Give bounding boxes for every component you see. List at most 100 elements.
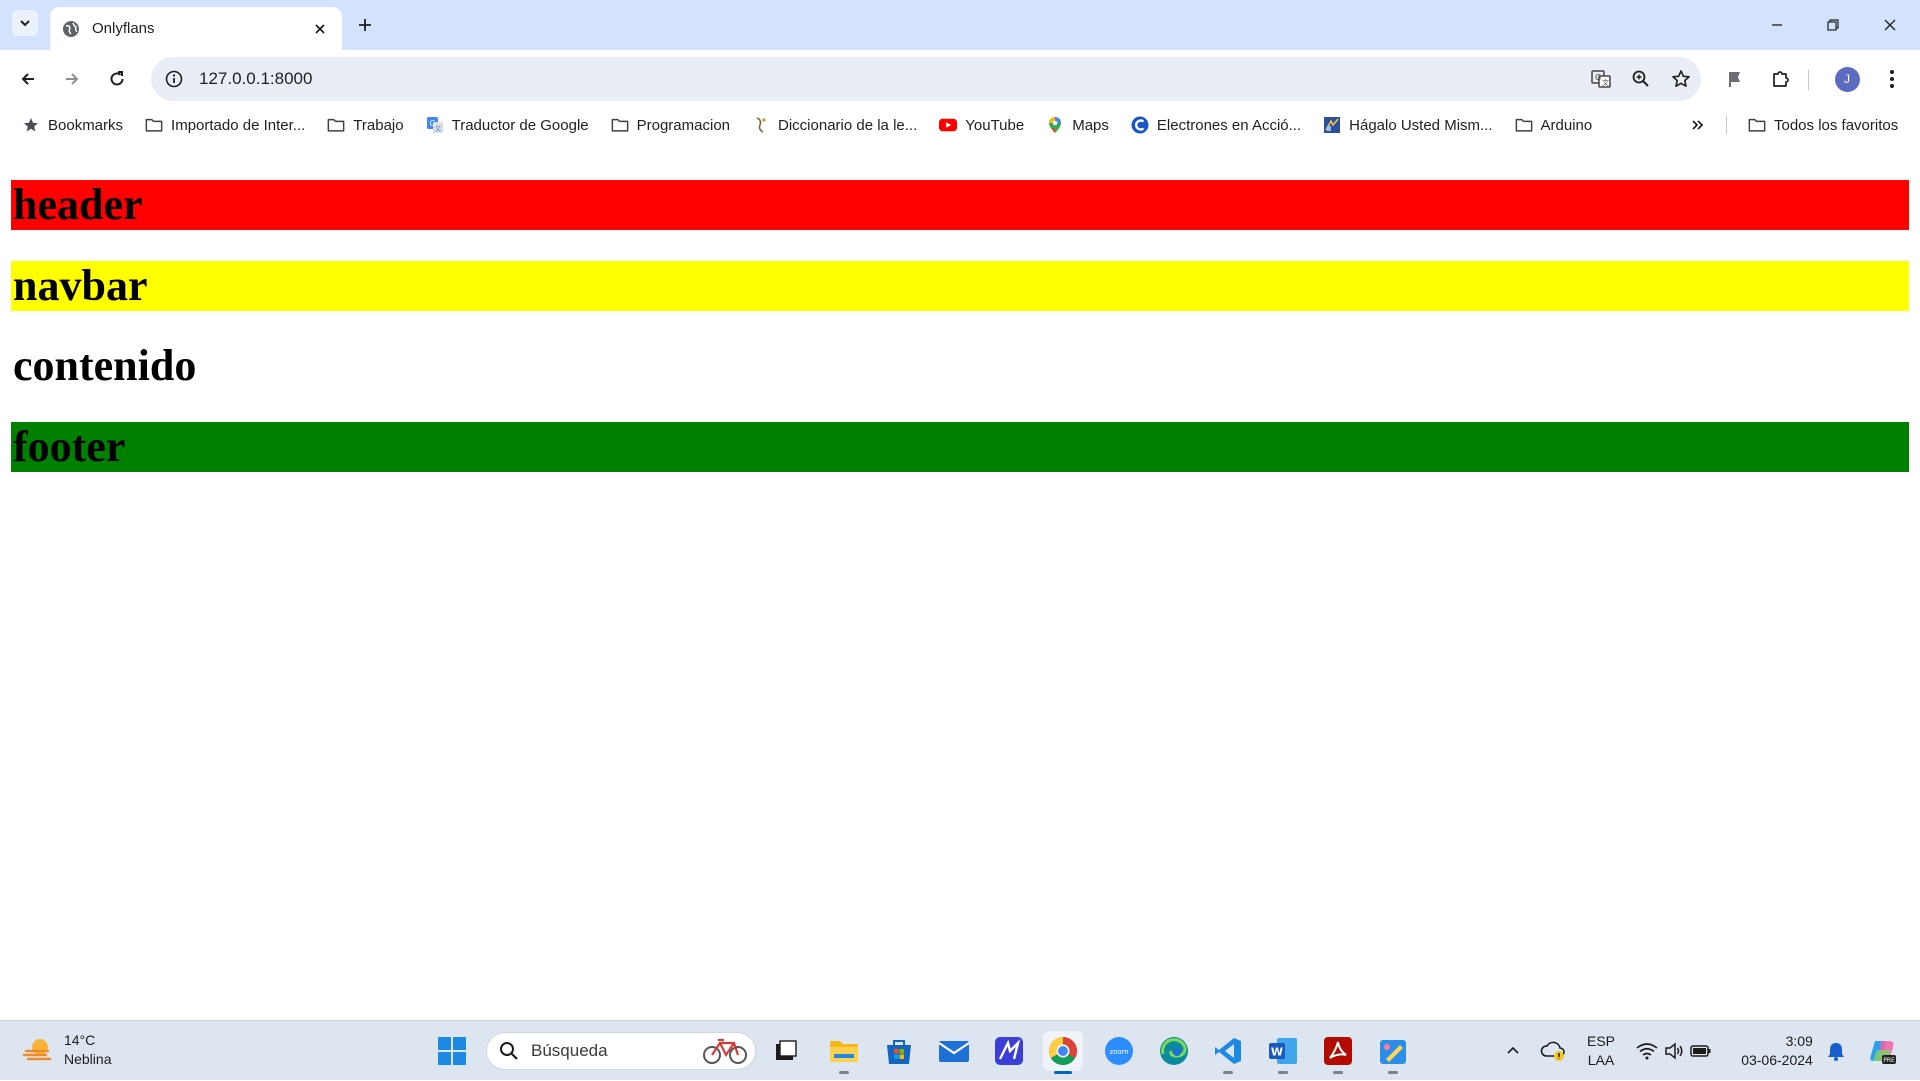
back-button[interactable] — [13, 64, 43, 94]
bookmark-folder-importado[interactable]: Importado de Inter... — [137, 111, 313, 139]
bookmark-maps[interactable]: Maps — [1038, 111, 1117, 139]
svg-text:G: G — [1595, 73, 1601, 82]
extensions-menu-button[interactable] — [1763, 61, 1799, 97]
extension-button[interactable] — [1717, 61, 1753, 97]
show-hidden-icons-button[interactable] — [1498, 1021, 1528, 1081]
word-button[interactable]: W — [1263, 1031, 1303, 1074]
edge-button[interactable] — [1154, 1031, 1194, 1071]
more-bookmarks-button[interactable] — [1684, 111, 1712, 139]
weather-widget[interactable]: 14°C Neblina — [22, 1031, 111, 1069]
mail-button[interactable] — [934, 1031, 974, 1071]
rae-icon — [752, 116, 770, 134]
new-tab-button[interactable] — [352, 12, 378, 38]
restore-icon — [1827, 19, 1839, 31]
svg-text:W: W — [1271, 1046, 1283, 1059]
bookmark-label: Electrones en Acció... — [1156, 116, 1302, 134]
restore-button[interactable] — [1820, 12, 1846, 38]
tab-title: Onlyflans — [92, 20, 155, 37]
running-indicator — [1278, 1071, 1288, 1074]
zoom-app-button[interactable]: zoom — [1099, 1031, 1139, 1071]
bookmark-bookmarks[interactable]: Bookmarks — [14, 111, 131, 139]
clock-date: 03-06-2024 — [1741, 1052, 1813, 1068]
folder-icon — [145, 116, 163, 134]
fog-weather-icon — [22, 1039, 52, 1061]
acrobat-button[interactable] — [1318, 1031, 1358, 1074]
file-explorer-button[interactable] — [824, 1031, 864, 1074]
more-vert-icon — [1890, 70, 1894, 88]
globe-icon — [63, 20, 79, 37]
zoom-button[interactable] — [1621, 59, 1661, 99]
active-indicator — [1054, 1071, 1072, 1074]
task-view-button[interactable] — [766, 1031, 806, 1071]
taskbar-search[interactable]: Búsqueda — [486, 1032, 756, 1070]
page-viewport: header navbar contenido footer — [0, 142, 1920, 1020]
bookmark-folder-trabajo[interactable]: Trabajo — [319, 111, 411, 139]
network-volume-battery[interactable] — [1632, 1021, 1716, 1081]
affinity-app-button[interactable] — [989, 1031, 1029, 1071]
flag-extension-icon — [1729, 72, 1740, 87]
tab-search-button[interactable] — [12, 10, 38, 36]
bookmark-traductor[interactable]: G文 Traductor de Google — [418, 111, 597, 139]
bookmark-diccionario[interactable]: Diccionario de la le... — [744, 111, 925, 139]
microsoft-store-button[interactable] — [879, 1031, 919, 1071]
edge-icon — [1160, 1037, 1188, 1065]
minimize-button[interactable] — [1764, 12, 1790, 38]
chrome-menu-button[interactable] — [1874, 61, 1910, 97]
translate-icon: G文 — [1591, 70, 1611, 88]
paint-icon — [1380, 1040, 1406, 1064]
bookmark-youtube[interactable]: YouTube — [931, 111, 1032, 139]
bookmarks-bar: Bookmarks Importado de Inter... Trabajo … — [0, 108, 1920, 142]
footer-text: footer — [13, 422, 126, 471]
bookmark-folder-arduino[interactable]: Arduino — [1507, 111, 1601, 139]
vscode-button[interactable] — [1208, 1031, 1248, 1074]
start-button[interactable] — [432, 1031, 472, 1071]
tab-close-button[interactable] — [310, 19, 330, 39]
translate-button[interactable]: G文 — [1581, 59, 1621, 99]
reload-button[interactable] — [102, 64, 132, 94]
acrobat-icon — [1324, 1037, 1352, 1065]
bookmark-electrones[interactable]: Electrones en Acció... — [1123, 111, 1309, 139]
folder-icon — [1748, 116, 1766, 134]
all-bookmarks-button[interactable]: Todos los favoritos — [1740, 111, 1906, 139]
clock[interactable]: 3:09 03-06-2024 — [1732, 1021, 1822, 1081]
clock-time: 3:09 — [1785, 1033, 1813, 1049]
volume-icon — [1665, 1042, 1683, 1060]
url-text[interactable]: 127.0.0.1:8000 — [199, 69, 1581, 89]
forward-button[interactable] — [57, 64, 87, 94]
bookmark-label: Programacion — [636, 116, 731, 134]
bookmark-label: Bookmarks — [48, 116, 124, 134]
svg-text:zoom: zoom — [1109, 1048, 1128, 1056]
arrow-right-icon — [66, 73, 79, 85]
chrome-button[interactable] — [1043, 1031, 1083, 1074]
close-window-button[interactable] — [1877, 12, 1903, 38]
bookmark-label: Importado de Inter... — [171, 116, 306, 134]
bookmark-folder-programacion[interactable]: Programacion — [603, 111, 738, 139]
page-footer-block: footer — [11, 422, 1909, 472]
address-bar[interactable]: 127.0.0.1:8000 G文 — [151, 57, 1701, 101]
site-info-icon[interactable] — [163, 68, 185, 90]
svg-text:文: 文 — [1602, 78, 1609, 87]
language-indicator[interactable]: ESP LAA — [1578, 1021, 1624, 1081]
bell-icon — [1828, 1043, 1844, 1061]
bookmark-label: Maps — [1072, 116, 1109, 134]
vscode-icon — [1215, 1038, 1241, 1064]
weather-temp: 14°C — [64, 1032, 96, 1048]
active-tab[interactable]: Onlyflans — [50, 7, 342, 50]
profile-button[interactable]: J — [1829, 61, 1865, 97]
bookmark-star-button[interactable] — [1661, 59, 1701, 99]
wifi-icon — [1636, 1043, 1658, 1060]
running-indicator — [1388, 1071, 1398, 1074]
copilot-button[interactable]: PRE — [1862, 1021, 1902, 1081]
notifications-button[interactable] — [1824, 1021, 1848, 1081]
arrow-left-icon — [21, 73, 34, 85]
page-navbar-block: navbar — [11, 261, 1909, 311]
onedrive-status[interactable] — [1536, 1021, 1570, 1081]
bookmarks-divider — [1726, 116, 1727, 134]
paint-button[interactable] — [1373, 1031, 1413, 1074]
toolbar-divider — [1808, 70, 1809, 90]
running-indicator — [839, 1071, 849, 1074]
search-icon — [500, 1042, 518, 1060]
chevron-up-icon — [1507, 1046, 1519, 1054]
bookmark-hagalo[interactable]: Hágalo Usted Mism... — [1315, 111, 1500, 139]
windows-logo-icon — [438, 1037, 466, 1065]
